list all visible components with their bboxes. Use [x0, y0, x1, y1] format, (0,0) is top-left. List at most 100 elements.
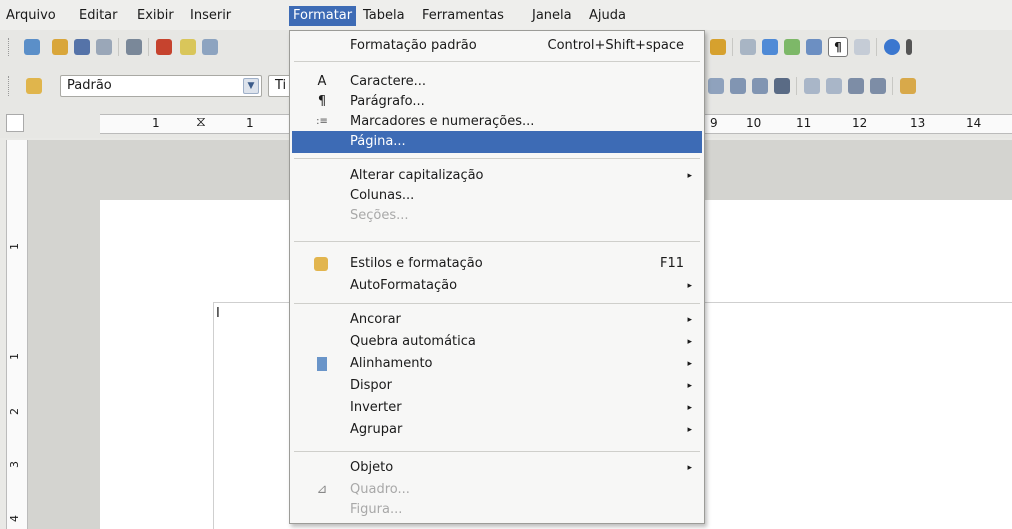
menu-item-estilos-formatacao[interactable]: Estilos e formatação F11 [292, 253, 702, 275]
text-cursor-icon: I [216, 306, 220, 321]
decrease-indent-icon[interactable] [848, 78, 864, 94]
submenu-arrow-icon: ▸ [687, 359, 692, 369]
paragraph-style-combo[interactable]: Padrão ▼ [60, 75, 262, 97]
submenu-arrow-icon: ▸ [687, 171, 692, 181]
ruler-number: 12 [852, 116, 868, 130]
menu-item-label: Estilos e formatação [350, 256, 483, 271]
menu-item-quebra-automatica[interactable]: Quebra automática ▸ [292, 331, 702, 353]
email-icon[interactable] [96, 39, 112, 55]
menu-item-autoformatacao[interactable]: AutoFormatação ▸ [292, 275, 702, 297]
format-menu: Formatação padrão Control+Shift+space A … [289, 30, 705, 524]
menu-item-inverter[interactable]: Inverter ▸ [292, 397, 702, 419]
align-left-icon[interactable] [730, 78, 746, 94]
zoom-icon[interactable] [854, 39, 870, 55]
paragraph-style-value: Padrão [67, 78, 112, 93]
submenu-arrow-icon: ▸ [687, 281, 692, 291]
open-icon[interactable] [52, 39, 68, 55]
menu-ferramentas[interactable]: Ferramentas [418, 6, 508, 26]
menu-item-label: Formatação padrão [350, 38, 477, 53]
menu-item-label: Alinhamento [350, 356, 433, 371]
draw-functions-icon[interactable] [710, 39, 726, 55]
menu-separator [294, 158, 700, 159]
menu-item-label: Colunas... [350, 188, 415, 203]
menu-separator [294, 241, 700, 242]
page-preview-icon[interactable] [202, 39, 218, 55]
toolbar-grip[interactable] [8, 38, 13, 56]
submenu-arrow-icon: ▸ [687, 381, 692, 391]
vertical-ruler-number: 3 [8, 461, 21, 468]
font-color-icon[interactable] [900, 78, 916, 94]
menu-item-alterar-capitalizacao[interactable]: Alterar capitalização ▸ [292, 165, 702, 187]
toolbar-more-icon[interactable] [906, 39, 912, 55]
toolbar-separator [732, 38, 733, 56]
menu-formatar[interactable]: Formatar [289, 6, 357, 26]
gallery-icon[interactable] [762, 39, 778, 55]
menu-item-pagina[interactable]: Página... [292, 131, 702, 153]
menu-item-agrupar[interactable]: Agrupar ▸ [292, 419, 702, 441]
menu-item-alinhamento[interactable]: Alinhamento ▸ [292, 353, 702, 375]
vertical-ruler-number: 1 [8, 243, 21, 250]
menu-item-objeto[interactable]: Objeto ▸ [292, 457, 702, 479]
menu-separator [294, 61, 700, 62]
vertical-ruler[interactable]: 1 1 2 3 4 [6, 140, 28, 529]
tab-stop-selector[interactable] [6, 114, 24, 132]
menu-item-label: Dispor [350, 378, 392, 393]
vertical-ruler-number: 2 [8, 408, 21, 415]
character-icon: A [317, 74, 327, 89]
menu-item-label: Inverter [350, 400, 402, 415]
print-icon[interactable] [180, 39, 196, 55]
align-center-icon[interactable] [752, 78, 768, 94]
menu-janela[interactable]: Janela [528, 6, 576, 26]
styles-icon[interactable] [26, 78, 42, 94]
menu-item-label: Caractere... [350, 74, 427, 89]
bullets-icon[interactable] [826, 78, 842, 94]
text-boundary-line [213, 302, 214, 529]
table-icon[interactable] [806, 39, 822, 55]
new-document-icon[interactable] [24, 39, 40, 55]
menu-ajuda[interactable]: Ajuda [585, 6, 630, 26]
menu-item-figura: Figura... [292, 499, 702, 521]
menu-item-dispor[interactable]: Dispor ▸ [292, 375, 702, 397]
bullets-icon: :≡ [316, 116, 328, 127]
ruler-number: 1 [246, 116, 254, 130]
menu-inserir[interactable]: Inserir [186, 6, 235, 26]
menu-item-caractere[interactable]: A Caractere... [292, 71, 702, 93]
toolbar-separator [796, 77, 797, 95]
menu-arquivo[interactable]: Arquivo [2, 6, 60, 26]
save-icon[interactable] [74, 39, 90, 55]
align-justify-icon[interactable] [708, 78, 724, 94]
menu-editar[interactable]: Editar [75, 6, 122, 26]
frame-icon: ⊿ [316, 482, 328, 497]
menu-tabela[interactable]: Tabela [359, 6, 409, 26]
menu-item-label: AutoFormatação [350, 278, 458, 293]
formatting-marks-icon[interactable]: ¶ [828, 37, 848, 57]
menu-item-colunas[interactable]: Colunas... [292, 185, 702, 207]
menu-item-marcadores[interactable]: :≡ Marcadores e numerações... [292, 111, 702, 133]
menu-item-secoes: Seções... [292, 205, 702, 227]
paragraph-icon: ¶ [317, 94, 327, 109]
ruler-number: 11 [796, 116, 812, 130]
indent-marker-icon[interactable]: ⧖ [196, 114, 206, 130]
menu-item-formatacao-padrao[interactable]: Formatação padrão Control+Shift+space [292, 35, 702, 57]
menu-item-ancorar[interactable]: Ancorar ▸ [292, 309, 702, 331]
menu-item-paragrafo[interactable]: ¶ Parágrafo... [292, 91, 702, 113]
font-name-value: Ti [275, 78, 287, 93]
export-pdf-icon[interactable] [156, 39, 172, 55]
help-icon[interactable] [884, 39, 900, 55]
toolbar-grip[interactable] [8, 76, 13, 96]
navigator-icon[interactable] [740, 39, 756, 55]
numbering-icon[interactable] [804, 78, 820, 94]
chevron-down-icon[interactable]: ▼ [243, 78, 259, 94]
menu-item-label: Quebra automática [350, 334, 476, 349]
submenu-arrow-icon: ▸ [687, 463, 692, 473]
menu-exibir[interactable]: Exibir [133, 6, 178, 26]
align-right-icon[interactable] [774, 78, 790, 94]
increase-indent-icon[interactable] [870, 78, 886, 94]
menu-item-label: Alterar capitalização [350, 168, 484, 183]
menu-item-label: Figura... [350, 502, 403, 517]
menu-separator [294, 451, 700, 452]
data-sources-icon[interactable] [784, 39, 800, 55]
ruler-number: 10 [746, 116, 762, 130]
edit-file-icon[interactable] [126, 39, 142, 55]
menu-item-label: Seções... [350, 208, 409, 223]
